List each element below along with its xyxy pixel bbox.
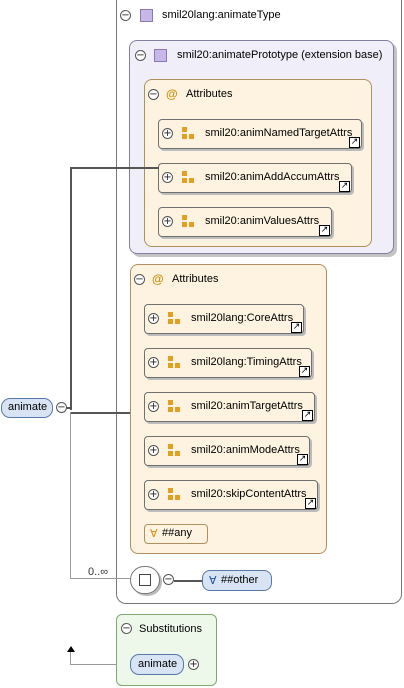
complex-type-icon: [140, 9, 153, 22]
connector: [70, 167, 159, 169]
attribute-at-icon: @: [166, 87, 178, 101]
collapse-root-icon[interactable]: −: [56, 402, 67, 413]
any-attribute-label: ##any: [162, 527, 192, 539]
expand-icon[interactable]: +: [148, 401, 159, 412]
attribute-group-label: smil20:animTargetAttrs: [191, 400, 303, 412]
expand-icon[interactable]: +: [148, 445, 159, 456]
base-attributes-header: Attributes: [186, 88, 233, 100]
attribute-group-icon: [168, 488, 180, 500]
attribute-group-label: smil20:animModeAttrs: [191, 444, 300, 456]
sequence-icon: [139, 574, 151, 586]
collapse-complex-type-icon[interactable]: −: [120, 10, 131, 21]
reference-link-icon[interactable]: ↗: [299, 366, 310, 377]
expand-icon[interactable]: +: [162, 216, 173, 227]
connector: [70, 650, 71, 664]
root-element-label: animate: [8, 401, 48, 413]
attribute-group-icon: [182, 171, 194, 183]
extension-base-name: smil20:animatePrototype (extension base): [177, 49, 383, 61]
collapse-attributes-icon[interactable]: −: [134, 274, 145, 285]
attribute-group-label: smil20:animNamedTargetAttrs: [205, 127, 353, 139]
for-all-icon: ∀: [209, 574, 217, 587]
attribute-group-label: smil20lang:CoreAttrs: [191, 312, 294, 324]
reference-link-icon[interactable]: ↗: [297, 454, 308, 465]
attribute-group-icon: [168, 400, 180, 412]
attributes-header: Attributes: [172, 273, 219, 285]
attribute-group-icon: [168, 356, 180, 368]
complex-type-name: smil20lang:animateType: [162, 9, 281, 21]
substitutions-header: Substitutions: [139, 623, 202, 635]
reference-link-icon[interactable]: ↗: [319, 225, 330, 236]
attribute-at-icon: @: [152, 272, 164, 286]
attribute-group-icon: [182, 127, 194, 139]
reference-link-icon[interactable]: ↗: [291, 322, 302, 333]
attribute-group-label: smil20lang:TimingAttrs: [191, 356, 302, 368]
collapse-extension-icon[interactable]: −: [135, 50, 146, 61]
expand-icon[interactable]: +: [162, 172, 173, 183]
expand-icon[interactable]: +: [162, 128, 173, 139]
attribute-group-icon: [168, 444, 180, 456]
connector: [70, 168, 72, 410]
collapse-base-attributes-icon[interactable]: −: [148, 89, 159, 100]
reference-link-icon[interactable]: ↗: [339, 181, 350, 192]
any-element-label: ##other: [221, 574, 259, 586]
connector: [70, 412, 130, 414]
reference-link-icon[interactable]: ↗: [302, 410, 313, 421]
connector: [70, 412, 71, 578]
collapse-substitutions-icon[interactable]: −: [121, 623, 132, 634]
expand-icon[interactable]: +: [148, 313, 159, 324]
sequence-cardinality: 0..∞: [88, 566, 109, 578]
expand-icon[interactable]: +: [148, 357, 159, 368]
attribute-group-icon: [182, 215, 194, 227]
arrow-up-icon: [67, 646, 75, 652]
attribute-group-label: smil20:animAddAccumAttrs: [205, 171, 340, 183]
collapse-sequence-icon[interactable]: −: [163, 574, 174, 585]
attribute-group-icon: [168, 312, 180, 324]
connector: [174, 580, 202, 582]
reference-link-icon[interactable]: ↗: [349, 137, 360, 148]
substitution-element-label: animate: [138, 658, 178, 670]
for-all-icon: ∀: [150, 527, 158, 540]
prototype-type-icon: [154, 49, 167, 62]
expand-icon[interactable]: +: [148, 489, 159, 500]
reference-link-icon[interactable]: ↗: [305, 498, 316, 509]
expand-substitution-icon[interactable]: +: [188, 659, 199, 670]
connector: [70, 578, 130, 579]
attribute-group-label: smil20:skipContentAttrs: [191, 488, 307, 500]
attribute-group-label: smil20:animValuesAttrs: [205, 215, 320, 227]
